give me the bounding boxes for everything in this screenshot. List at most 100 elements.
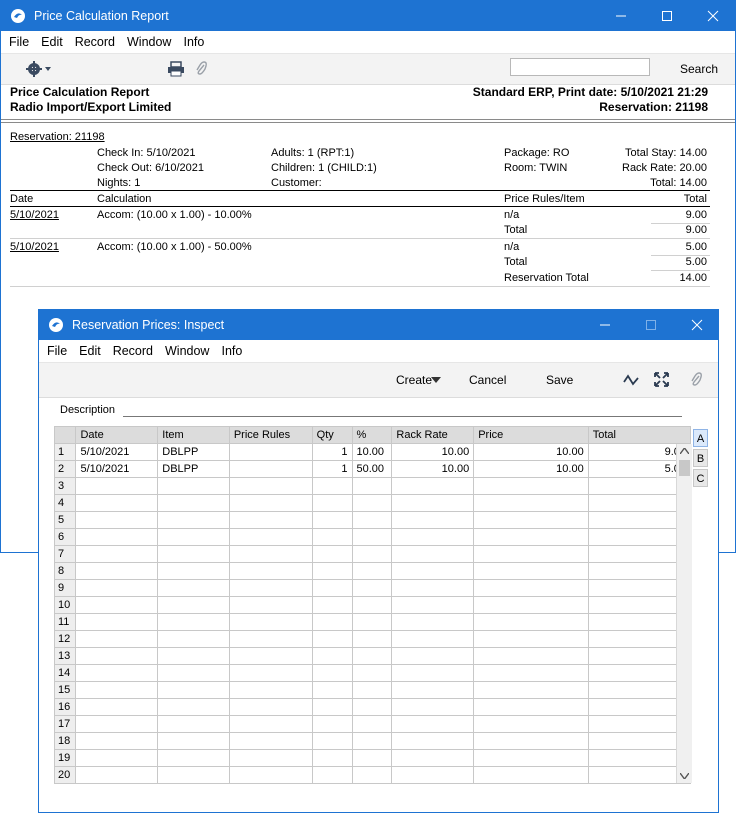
- date-cell[interactable]: [75, 630, 159, 648]
- rack-rate-cell[interactable]: [391, 715, 475, 733]
- price-cell[interactable]: [473, 528, 589, 546]
- percent-cell[interactable]: [351, 613, 393, 631]
- date-cell[interactable]: [75, 647, 159, 665]
- price-rules-cell[interactable]: [228, 766, 313, 784]
- percent-cell[interactable]: [351, 647, 393, 665]
- percent-cell[interactable]: [351, 749, 393, 767]
- rack-rate-cell[interactable]: [391, 545, 475, 563]
- date-cell[interactable]: [75, 715, 159, 733]
- grid-col-percent[interactable]: %: [351, 426, 393, 444]
- qty-cell[interactable]: [311, 732, 353, 750]
- chevron-down-icon[interactable]: [431, 377, 441, 383]
- item-cell[interactable]: [157, 494, 230, 512]
- scroll-down-icon[interactable]: [680, 773, 689, 779]
- price-cell[interactable]: [473, 647, 589, 665]
- rack-rate-cell[interactable]: [391, 732, 475, 750]
- item-cell[interactable]: [157, 511, 230, 529]
- date-cell[interactable]: [75, 732, 159, 750]
- percent-cell[interactable]: [351, 681, 393, 699]
- item-cell[interactable]: [157, 647, 230, 665]
- percent-cell[interactable]: 50.00: [351, 460, 393, 478]
- tab-b[interactable]: B: [693, 449, 708, 467]
- menu-info[interactable]: Info: [221, 344, 242, 358]
- item-cell[interactable]: DBLPP: [157, 460, 230, 478]
- menu-record[interactable]: Record: [113, 344, 153, 358]
- price-cell[interactable]: [473, 766, 589, 784]
- item-cell[interactable]: [157, 766, 230, 784]
- item-cell[interactable]: [157, 579, 230, 597]
- table-row[interactable]: 12: [53, 630, 692, 648]
- qty-cell[interactable]: [311, 664, 353, 682]
- rack-rate-cell[interactable]: [391, 562, 475, 580]
- item-cell[interactable]: [157, 596, 230, 614]
- table-row[interactable]: 20: [53, 766, 692, 784]
- rack-rate-cell[interactable]: [391, 494, 475, 512]
- price-rules-cell[interactable]: [228, 562, 313, 580]
- percent-cell[interactable]: 10.00: [351, 443, 393, 461]
- maximize-icon[interactable]: [644, 1, 690, 31]
- rack-rate-cell[interactable]: 10.00: [391, 443, 475, 461]
- qty-cell[interactable]: [311, 630, 353, 648]
- cancel-button[interactable]: Cancel: [469, 373, 506, 387]
- price-rules-cell[interactable]: [228, 545, 313, 563]
- attachment-icon[interactable]: [689, 371, 703, 389]
- grid-scrollbar[interactable]: [676, 444, 692, 783]
- menu-edit[interactable]: Edit: [41, 35, 63, 49]
- qty-cell[interactable]: [311, 698, 353, 716]
- rack-rate-cell[interactable]: 10.00: [391, 460, 475, 478]
- date-cell[interactable]: [75, 477, 159, 495]
- rack-rate-cell[interactable]: [391, 579, 475, 597]
- price-cell[interactable]: [473, 732, 589, 750]
- percent-cell[interactable]: [351, 579, 393, 597]
- price-cell[interactable]: [473, 477, 589, 495]
- price-cell[interactable]: [473, 698, 589, 716]
- row-date-link[interactable]: 5/10/2021: [10, 241, 59, 253]
- table-row[interactable]: 15/10/2021DBLPP110.0010.0010.009.00: [53, 443, 692, 461]
- percent-cell[interactable]: [351, 766, 393, 784]
- rack-rate-cell[interactable]: [391, 511, 475, 529]
- date-cell[interactable]: [75, 766, 159, 784]
- price-rules-cell[interactable]: [228, 511, 313, 529]
- grid-col-qty[interactable]: Qty: [311, 426, 353, 444]
- rack-rate-cell[interactable]: [391, 749, 475, 767]
- table-row[interactable]: 13: [53, 647, 692, 665]
- table-row[interactable]: 8: [53, 562, 692, 580]
- price-rules-cell[interactable]: [228, 715, 313, 733]
- price-rules-cell[interactable]: [228, 630, 313, 648]
- tab-a[interactable]: A: [693, 429, 708, 447]
- table-row[interactable]: 3: [53, 477, 692, 495]
- item-cell[interactable]: [157, 732, 230, 750]
- date-cell[interactable]: [75, 579, 159, 597]
- grid-col-total[interactable]: Total: [587, 426, 692, 444]
- report-titlebar[interactable]: Price Calculation Report: [1, 1, 735, 31]
- date-cell[interactable]: [75, 698, 159, 716]
- gear-icon[interactable]: [25, 60, 53, 78]
- menu-info[interactable]: Info: [183, 35, 204, 49]
- grid-col-price[interactable]: Price: [473, 426, 589, 444]
- table-row[interactable]: 9: [53, 579, 692, 597]
- price-rules-cell[interactable]: [228, 443, 313, 461]
- date-cell[interactable]: [75, 562, 159, 580]
- price-cell[interactable]: [473, 681, 589, 699]
- percent-cell[interactable]: [351, 698, 393, 716]
- grid-col-rack-rate[interactable]: Rack Rate: [391, 426, 475, 444]
- qty-cell[interactable]: [311, 545, 353, 563]
- scroll-up-icon[interactable]: [680, 448, 689, 454]
- date-cell[interactable]: [75, 494, 159, 512]
- item-cell[interactable]: [157, 613, 230, 631]
- price-rules-cell[interactable]: [228, 698, 313, 716]
- percent-cell[interactable]: [351, 715, 393, 733]
- price-rules-cell[interactable]: [228, 664, 313, 682]
- price-rules-cell[interactable]: [228, 596, 313, 614]
- scroll-thumb[interactable]: [679, 460, 690, 476]
- price-rules-cell[interactable]: [228, 528, 313, 546]
- close-icon[interactable]: [674, 310, 718, 340]
- qty-cell[interactable]: [311, 681, 353, 699]
- rack-rate-cell[interactable]: [391, 630, 475, 648]
- close-icon[interactable]: [690, 1, 735, 31]
- table-row[interactable]: 4: [53, 494, 692, 512]
- price-cell[interactable]: [473, 494, 589, 512]
- price-cell[interactable]: [473, 579, 589, 597]
- date-cell[interactable]: [75, 528, 159, 546]
- search-input[interactable]: [510, 58, 650, 76]
